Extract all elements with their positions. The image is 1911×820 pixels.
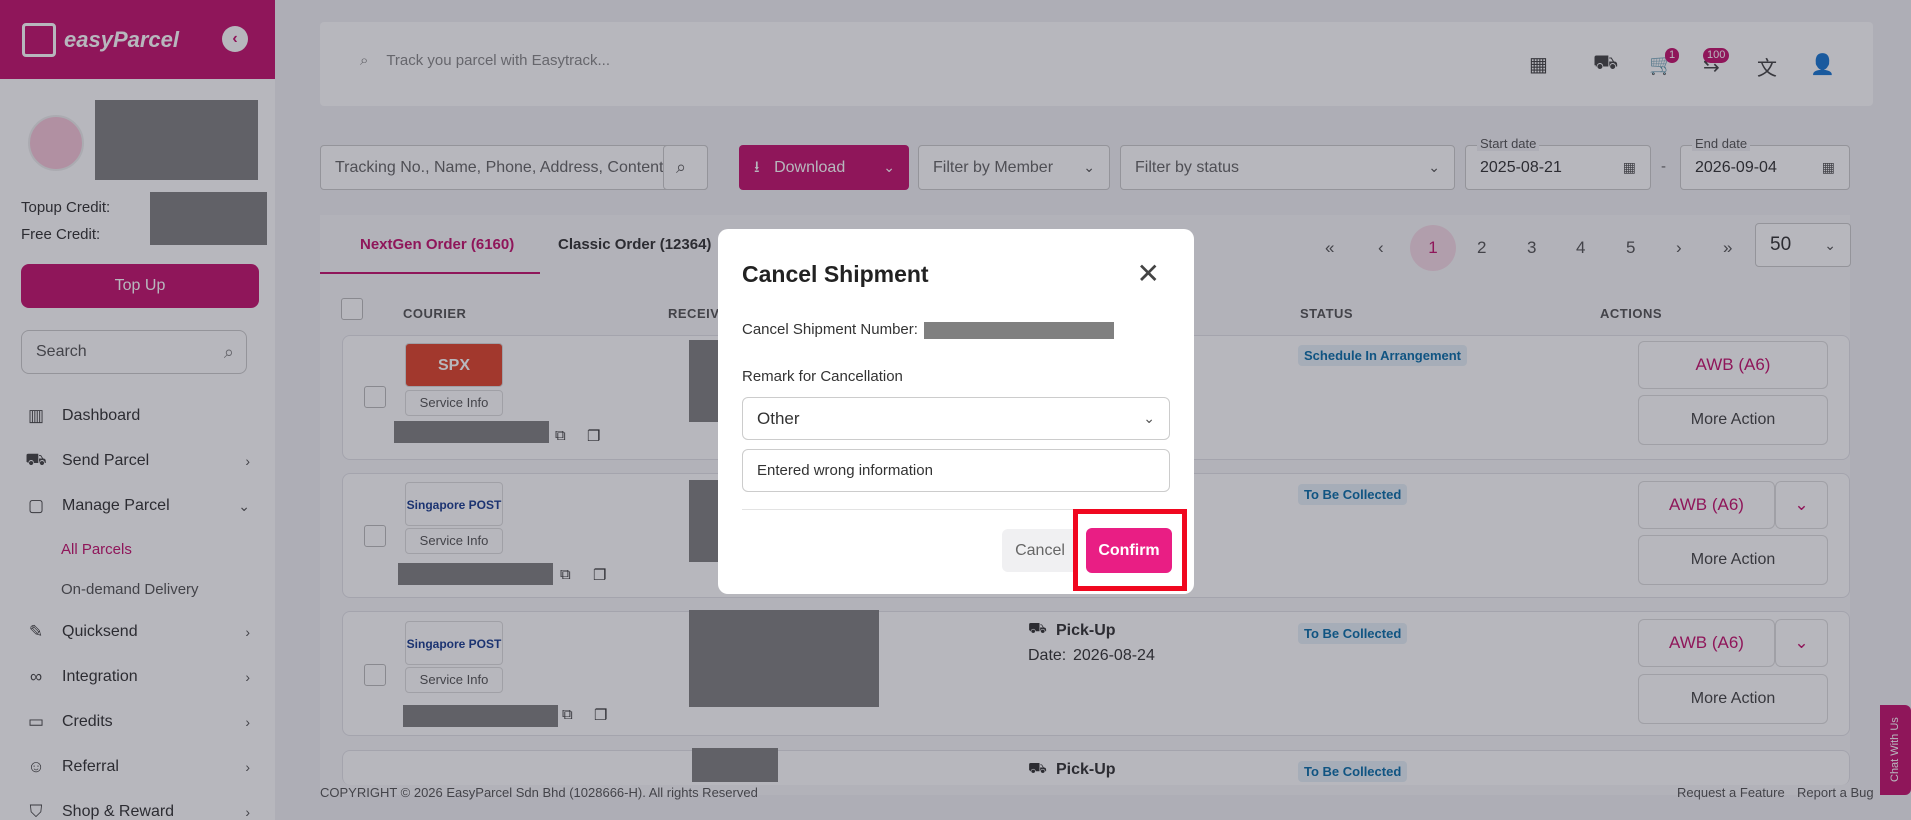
remark-select[interactable]: Other ⌄	[742, 397, 1170, 440]
modal-title: Cancel Shipment	[742, 261, 929, 287]
chevron-down-icon: ⌄	[1143, 410, 1155, 426]
remark-text-input[interactable]: Entered wrong information	[742, 449, 1170, 492]
remark-text-value: Entered wrong information	[757, 462, 933, 479]
confirm-button[interactable]: Confirm	[1086, 528, 1172, 573]
remark-label: Remark for Cancellation	[742, 368, 903, 385]
cancel-button[interactable]: Cancel	[1002, 529, 1078, 572]
cancel-shipment-modal: Cancel Shipment ✕ Cancel Shipment Number…	[718, 229, 1194, 594]
redacted-shipment-number	[924, 322, 1114, 339]
shipment-number-label: Cancel Shipment Number:	[742, 321, 918, 338]
close-icon[interactable]: ✕	[1137, 257, 1160, 290]
remark-selected-value: Other	[757, 409, 800, 428]
